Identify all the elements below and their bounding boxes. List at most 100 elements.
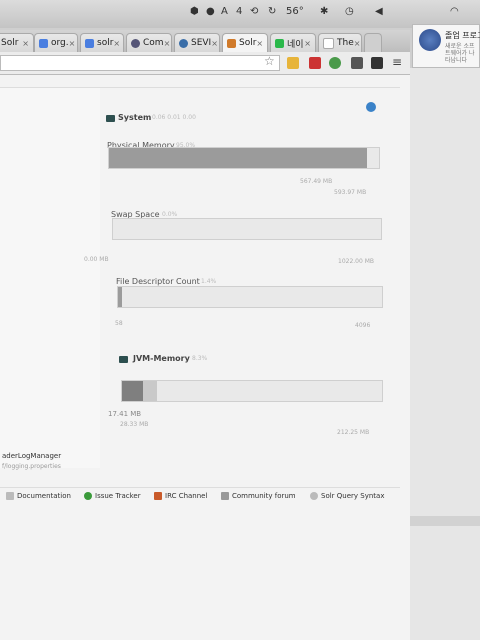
tab-com[interactable]: Com ×: [126, 33, 172, 52]
system-load: 0.06 0.01 0.00: [152, 114, 196, 121]
tab-label: SEVI: [191, 38, 212, 48]
link-label: IRC Channel: [165, 492, 208, 500]
tab-the[interactable]: The ×: [318, 33, 362, 52]
jvm-total: 212.25 MB: [337, 429, 370, 436]
tab-label: Solr: [239, 38, 257, 48]
tab-sevi[interactable]: SEVI ×: [174, 33, 220, 52]
query-syntax-link[interactable]: Solr Query Syntax: [310, 492, 384, 500]
notification-popup[interactable]: 졸업 프로그 새로운 소프트웨어가 나타납니다: [412, 24, 480, 68]
address-bar[interactable]: [0, 55, 280, 71]
close-icon[interactable]: ×: [256, 39, 263, 48]
volume-icon[interactable]: ◀: [375, 6, 383, 17]
solr-icon: [227, 38, 236, 48]
menu-bar: ⬢ ● A 4 ⟲ ↻ 56° ✱ ◷ ◀ ◠: [0, 0, 480, 28]
tab-naver[interactable]: 네이 ×: [270, 33, 316, 52]
sync-icon[interactable]: ↻: [268, 6, 276, 17]
link-label: Documentation: [17, 492, 71, 500]
tab-label: Com: [143, 38, 164, 48]
notification-subtitle: 새로운 소프트웨어가 나타납니다: [445, 43, 475, 64]
new-tab-button[interactable]: [364, 33, 382, 52]
log-manager-text: aderLogManager: [2, 452, 62, 460]
file-descriptor-fill: [118, 287, 122, 307]
close-icon[interactable]: ×: [164, 39, 171, 48]
star-icon[interactable]: ☆: [264, 54, 275, 68]
dropbox-icon[interactable]: ⬢: [190, 6, 199, 17]
swap-space-used: 0.00 MB: [84, 256, 109, 263]
file-descriptor-label: File Descriptor Count: [116, 277, 200, 286]
tab-label: The: [337, 38, 354, 48]
evernote-icon[interactable]: ●: [206, 6, 215, 17]
close-icon[interactable]: ×: [354, 39, 361, 48]
pocket-icon[interactable]: [351, 57, 363, 69]
jvm-icon: [119, 356, 128, 363]
naver-icon: [275, 38, 284, 48]
system-icon: [106, 115, 115, 122]
page-icon: [323, 37, 334, 49]
documentation-link[interactable]: Documentation: [6, 492, 71, 500]
divider: [410, 516, 480, 526]
jvm-title: JVM-Memory: [133, 354, 190, 363]
bug-icon: [84, 492, 92, 500]
file-descriptor-used: 58: [115, 320, 123, 327]
file-descriptor-percent: 1.4%: [201, 278, 217, 285]
extension-icon[interactable]: [287, 57, 299, 69]
solr-dashboard: System 0.06 0.01 0.00 Physical Memory 95…: [0, 75, 410, 640]
community-forum-link[interactable]: Community forum: [221, 492, 296, 500]
refresh-icon[interactable]: [366, 102, 376, 112]
system-title: System: [118, 113, 152, 122]
tab-label: solr: [97, 38, 114, 48]
close-icon[interactable]: ×: [113, 39, 120, 48]
tab-solr-active[interactable]: Solr ×: [222, 33, 268, 52]
swap-space-percent: 0.0%: [162, 211, 178, 218]
swap-space-total: 1022.00 MB: [338, 258, 375, 265]
link-label: Solr Query Syntax: [321, 492, 385, 500]
link-label: Community forum: [232, 492, 296, 500]
jvm-memory-bar: [121, 380, 383, 402]
issue-tracker-link[interactable]: Issue Tracker: [84, 492, 141, 500]
close-icon[interactable]: ×: [211, 39, 218, 48]
footer-links: Documentation Issue Tracker IRC Channel …: [0, 487, 400, 506]
wifi-icon[interactable]: ◠: [450, 6, 459, 17]
link-label: Issue Tracker: [95, 492, 141, 500]
bluetooth-icon[interactable]: ✱: [320, 6, 328, 17]
google-icon: [39, 38, 48, 48]
menu-icon[interactable]: ≡: [392, 55, 402, 69]
physical-memory-bar: [108, 147, 380, 169]
page-icon: [131, 38, 140, 48]
logging-properties-text: f/logging.properties: [2, 463, 61, 470]
jvm-used-fill: [122, 381, 143, 401]
notification-logo-icon: [419, 29, 441, 51]
adobe-icon[interactable]: A: [221, 6, 228, 17]
shield-icon[interactable]: [371, 57, 383, 69]
physical-memory-fill: [109, 148, 367, 168]
timemachine-icon[interactable]: ⟲: [250, 6, 258, 17]
bookmark-icon[interactable]: [309, 57, 321, 69]
left-panel: [0, 87, 100, 468]
tab-label: org.: [51, 38, 69, 48]
document-icon: [6, 492, 14, 500]
file-descriptor-bar: [117, 286, 383, 308]
google-icon: [85, 38, 94, 48]
physical-memory-total: 593.97 MB: [334, 189, 367, 196]
tab-google-solr[interactable]: solr ×: [80, 33, 124, 52]
divider: [0, 87, 400, 88]
close-icon[interactable]: ×: [69, 39, 76, 48]
evernote-icon[interactable]: [329, 57, 341, 69]
tab-label: 네이: [287, 39, 304, 50]
irc-channel-link[interactable]: IRC Channel: [154, 492, 207, 500]
tab-solr-1[interactable]: Solr ×: [0, 33, 34, 52]
forum-icon: [221, 492, 229, 500]
physical-memory-used: 567.49 MB: [300, 178, 333, 185]
battery-readout[interactable]: 56°: [286, 6, 304, 17]
close-icon[interactable]: ×: [22, 39, 29, 48]
tab-strip: Solr × org. × solr × Com × SEVI × Solr × 네이 × T…: [0, 30, 410, 52]
file-descriptor-total: 4096: [355, 322, 371, 329]
indicator-4[interactable]: 4: [236, 6, 242, 17]
close-icon[interactable]: ×: [304, 39, 311, 48]
clock-icon[interactable]: ◷: [345, 6, 354, 17]
jvm-used: 17.41 MB: [108, 410, 142, 418]
tab-google-org[interactable]: org. ×: [34, 33, 78, 52]
browser-toolbar: ☆ ≡: [0, 52, 410, 75]
notification-title: 졸업 프로그: [445, 31, 480, 40]
swap-space-bar: [112, 218, 382, 240]
